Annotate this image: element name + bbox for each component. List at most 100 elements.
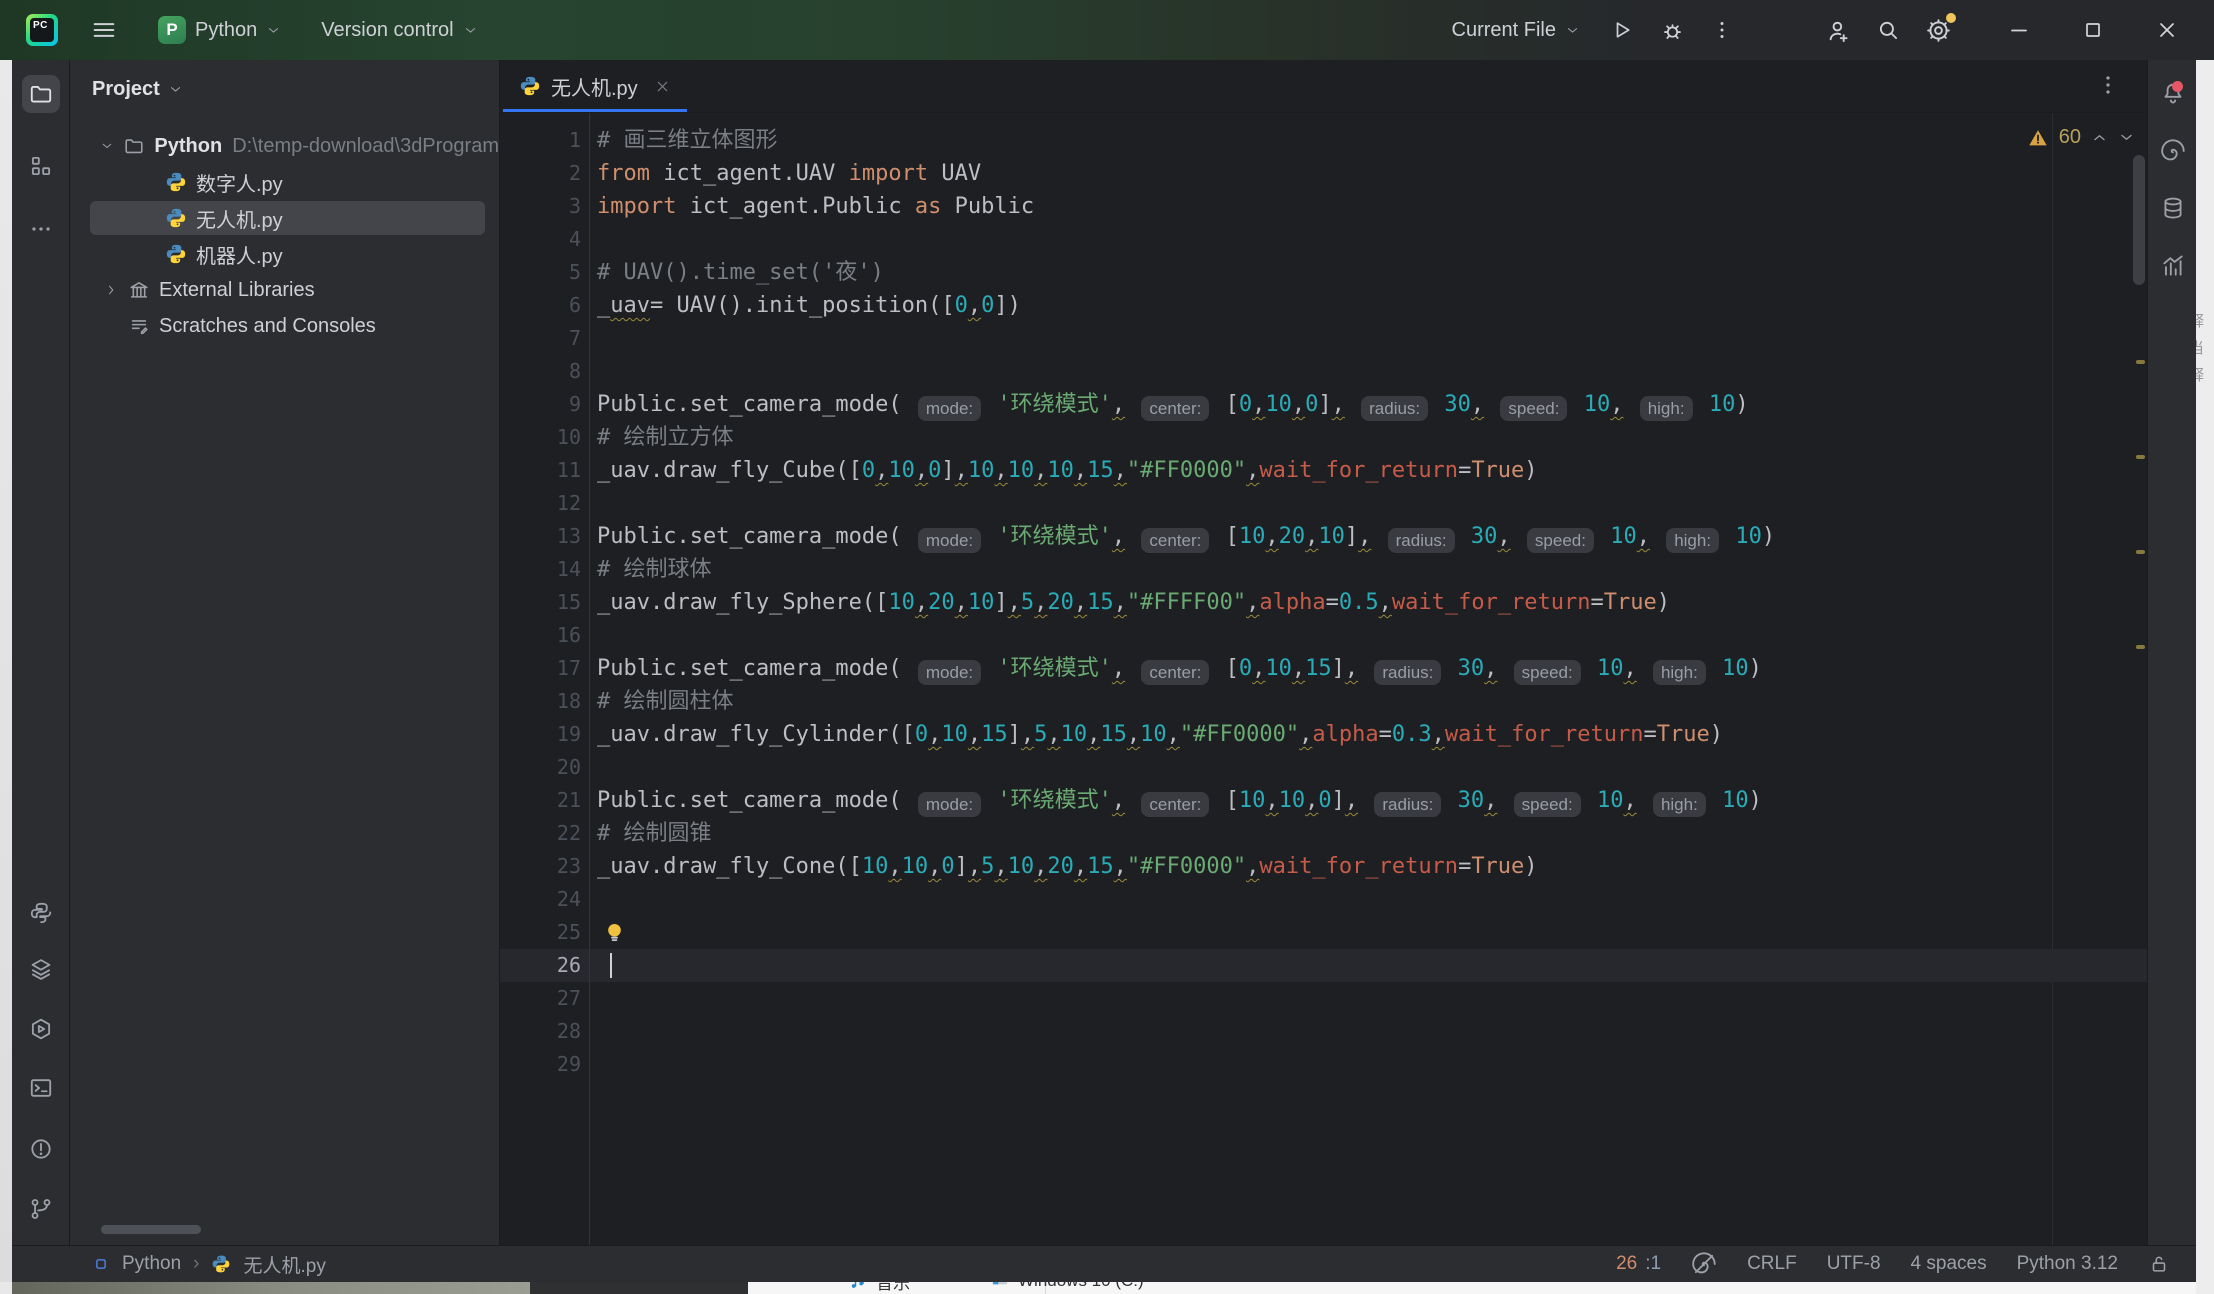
code-line-3[interactable]: 3import ict_agent.Public as Public <box>500 190 2147 223</box>
code-line-13[interactable]: 13Public.set_camera_mode( mode: '环绕模式', … <box>500 520 2147 553</box>
warning-stripe-mark[interactable] <box>2136 455 2145 459</box>
code-line-4[interactable]: 4 <box>500 223 2147 256</box>
code-line-12[interactable]: 12 <box>500 487 2147 520</box>
line-number[interactable]: 20 <box>500 751 581 784</box>
settings-button[interactable] <box>1916 10 1960 50</box>
line-number[interactable]: 14 <box>500 553 581 586</box>
code-line-21[interactable]: 21Public.set_camera_mode( mode: '环绕模式', … <box>500 784 2147 817</box>
tree-item-Scratches and Consoles[interactable]: Scratches and Consoles <box>70 308 499 344</box>
tool-window-button-python-console[interactable] <box>22 950 60 988</box>
code-line-29[interactable]: 29 <box>500 1048 2147 1081</box>
next-problem-icon[interactable] <box>2118 129 2135 146</box>
run-configuration-selector[interactable]: Current File <box>1444 13 1588 48</box>
inspections-widget[interactable]: 60 <box>2027 126 2135 149</box>
tool-window-button-more-tool-windows[interactable] <box>22 210 60 248</box>
warning-stripe-mark[interactable] <box>2136 645 2145 649</box>
encoding-widget[interactable]: UTF-8 <box>1827 1253 1881 1275</box>
code-line-5[interactable]: 5# UAV().time_set('夜') <box>500 256 2147 289</box>
code-line-17[interactable]: 17Public.set_camera_mode( mode: '环绕模式', … <box>500 652 2147 685</box>
indent-widget[interactable]: 4 spaces <box>1911 1253 1987 1275</box>
editor-options-kebab-icon[interactable] <box>2095 72 2121 98</box>
project-widget[interactable]: P Python <box>150 10 289 50</box>
editor-vertical-scrollbar[interactable] <box>2133 155 2145 285</box>
line-number[interactable]: 26 <box>500 949 581 982</box>
project-horizontal-scrollbar[interactable] <box>101 1225 201 1234</box>
line-number[interactable]: 21 <box>500 784 581 817</box>
code-line-10[interactable]: 10# 绘制立方体 <box>500 421 2147 454</box>
tool-window-button-ai-assistant[interactable] <box>2154 132 2192 170</box>
line-number[interactable]: 13 <box>500 520 581 553</box>
warning-stripe-mark[interactable] <box>2136 360 2145 364</box>
tree-item-无人机.py[interactable]: 无人机.py <box>70 200 499 236</box>
code-line-19[interactable]: 19_uav.draw_fly_Cylinder([0,10,15],5,10,… <box>500 718 2147 751</box>
breadcrumb-module[interactable]: Python <box>122 1253 181 1275</box>
run-button[interactable] <box>1600 10 1644 50</box>
line-number[interactable]: 4 <box>500 223 581 256</box>
code-with-me-button[interactable] <box>1816 10 1860 50</box>
more-actions-button[interactable] <box>1700 10 1744 50</box>
tool-window-button-project[interactable] <box>22 75 60 113</box>
code-line-18[interactable]: 18# 绘制圆柱体 <box>500 685 2147 718</box>
code-line-6[interactable]: 6_uav= UAV().init_position([0,0]) <box>500 289 2147 322</box>
code-line-1[interactable]: 1# 画三维立体图形 <box>500 124 2147 157</box>
code-line-16[interactable]: 16 <box>500 619 2147 652</box>
lock-open-icon[interactable] <box>2148 1253 2170 1275</box>
explorer-item-音乐[interactable]: 音乐 <box>848 1282 910 1294</box>
line-number[interactable]: 25 <box>500 916 581 949</box>
line-number[interactable]: 5 <box>500 256 581 289</box>
intention-bulb-icon[interactable] <box>601 919 628 946</box>
code-line-2[interactable]: 2from ict_agent.UAV import UAV <box>500 157 2147 190</box>
line-number[interactable]: 27 <box>500 982 581 1015</box>
line-number[interactable]: 28 <box>500 1015 581 1048</box>
maximize-button[interactable] <box>2068 8 2118 52</box>
code-line-27[interactable]: 27 <box>500 982 2147 1015</box>
tool-window-button-database[interactable] <box>2154 189 2192 227</box>
code-line-7[interactable]: 7 <box>500 322 2147 355</box>
explorer-item-Windows 10 (C:)[interactable]: Windows 10 (C:) <box>990 1282 1144 1291</box>
debug-button[interactable] <box>1650 10 1694 50</box>
caret-position-widget[interactable]: 26:1 <box>1616 1253 1661 1275</box>
interpreter-widget[interactable]: Python 3.12 <box>2017 1253 2118 1275</box>
code-line-14[interactable]: 14# 绘制球体 <box>500 553 2147 586</box>
code-line-15[interactable]: 15_uav.draw_fly_Sphere([10,20,10],5,20,1… <box>500 586 2147 619</box>
line-separator-widget[interactable]: CRLF <box>1747 1253 1797 1275</box>
project-panel-header[interactable]: Project <box>70 60 499 118</box>
line-number[interactable]: 17 <box>500 652 581 685</box>
code-line-28[interactable]: 28 <box>500 1015 2147 1048</box>
tree-item-External Libraries[interactable]: External Libraries <box>70 272 499 308</box>
search-everywhere-button[interactable] <box>1866 10 1910 50</box>
line-number[interactable]: 19 <box>500 718 581 751</box>
code-line-24[interactable]: 24 <box>500 883 2147 916</box>
line-number[interactable]: 1 <box>500 124 581 157</box>
version-control-menu[interactable]: Version control <box>313 13 485 48</box>
line-number[interactable]: 29 <box>500 1048 581 1081</box>
line-number[interactable]: 6 <box>500 289 581 322</box>
line-number[interactable]: 15 <box>500 586 581 619</box>
tab-uav-file[interactable]: 无人机.py <box>503 60 687 112</box>
line-number[interactable]: 16 <box>500 619 581 652</box>
line-number[interactable]: 3 <box>500 190 581 223</box>
code-line-9[interactable]: 9Public.set_camera_mode( mode: '环绕模式', c… <box>500 388 2147 421</box>
line-number[interactable]: 7 <box>500 322 581 355</box>
code-line-26[interactable]: 26 <box>500 949 2147 982</box>
line-number[interactable]: 22 <box>500 817 581 850</box>
tool-window-button-python-packages[interactable] <box>22 894 60 932</box>
line-number[interactable]: 8 <box>500 355 581 388</box>
line-number[interactable]: 11 <box>500 454 581 487</box>
tool-window-button-problems[interactable] <box>22 1130 60 1168</box>
line-number[interactable]: 24 <box>500 883 581 916</box>
code-line-20[interactable]: 20 <box>500 751 2147 784</box>
line-number[interactable]: 9 <box>500 388 581 421</box>
prev-problem-icon[interactable] <box>2091 129 2108 146</box>
tool-window-button-plots[interactable] <box>2154 247 2192 285</box>
warning-stripe-mark[interactable] <box>2136 550 2145 554</box>
minimize-button[interactable] <box>1994 8 2044 52</box>
tab-close-icon[interactable] <box>654 78 671 95</box>
line-number[interactable]: 10 <box>500 421 581 454</box>
tool-window-button-terminal[interactable] <box>22 1069 60 1107</box>
code-line-23[interactable]: 23_uav.draw_fly_Cone([10,10,0],5,10,20,1… <box>500 850 2147 883</box>
code-line-25[interactable]: 25 <box>500 916 2147 949</box>
tool-window-button-services[interactable] <box>22 1010 60 1048</box>
line-number[interactable]: 2 <box>500 157 581 190</box>
line-number[interactable]: 23 <box>500 850 581 883</box>
